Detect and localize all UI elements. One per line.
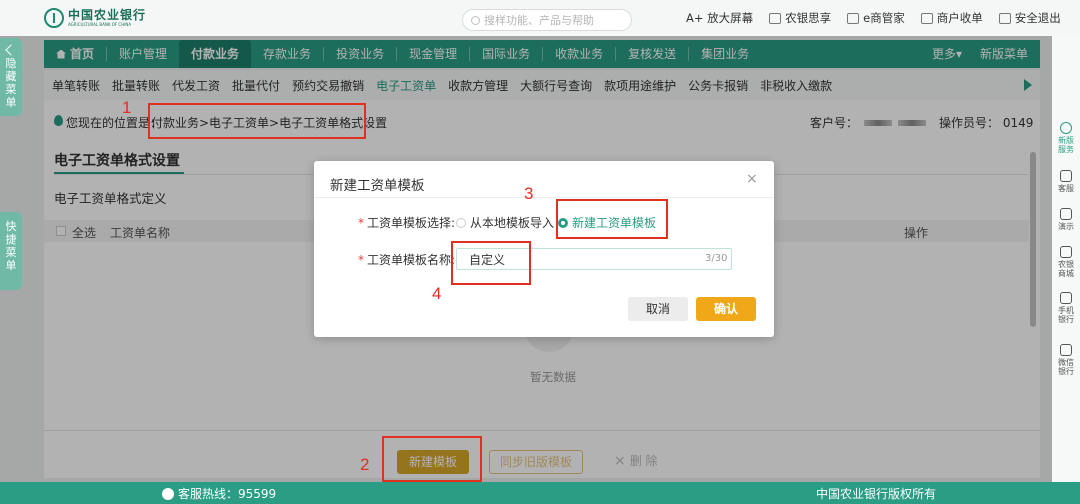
rail-demo[interactable]: 演示 (1052, 208, 1080, 231)
rail-mobile[interactable]: 手机银行 (1052, 292, 1080, 324)
hide-menu-tab[interactable]: 隐藏菜单 (0, 38, 22, 116)
new-service-icon (1060, 122, 1072, 134)
annotation-number-4: 4 (432, 284, 442, 303)
quick-menu-tab[interactable]: 快捷菜单 (0, 212, 22, 290)
wechat-icon (1060, 344, 1072, 356)
logo-en-text: AGRICULTURAL BANK OF CHINA (68, 22, 132, 27)
rail-wechat-label: 微信银行 (1058, 358, 1074, 376)
zoom-label: A+ 放大屏幕 (686, 11, 754, 25)
e-business-label: e商管家 (863, 11, 905, 25)
radio-import-local-label: 从本地模板导入 (470, 216, 555, 230)
search-icon (471, 15, 480, 25)
qrcode-icon (1060, 292, 1072, 304)
logout-label: 安全退出 (1014, 11, 1061, 25)
abc-logo-icon (44, 8, 64, 28)
merchant-label: 商户收单 (936, 11, 983, 25)
template-select-text: 工资单模板选择: (367, 216, 456, 230)
annotation-number-2: 2 (360, 455, 370, 474)
rail-mall[interactable]: 农银商城 (1052, 246, 1080, 278)
logo-cn-text: 中国农业银行 (68, 8, 147, 22)
rail-support[interactable]: 客服 (1052, 170, 1080, 193)
header-links: A+ 放大屏幕 农银思享 e商管家 商户收单 安全退出 (686, 10, 1061, 26)
radio-off-icon (456, 217, 466, 228)
bank-logo[interactable]: 中国农业银行 AGRICULTURAL BANK OF CHINA (44, 8, 146, 28)
cancel-button[interactable]: 取消 (628, 297, 688, 321)
annotation-number-1: 1 (122, 98, 132, 117)
char-counter: 3/30 (705, 253, 728, 264)
new-payslip-template-dialog: 新建工资单模板 × * 工资单模板选择: 从本地模板导入 新建工资单模板 * 工资单… (314, 161, 774, 337)
rail-demo-label: 演示 (1058, 222, 1074, 231)
annotation-box-4 (451, 241, 531, 285)
copyright: 中国农业银行版权所有 (816, 487, 937, 501)
dialog-title: 新建工资单模板 (330, 178, 425, 194)
template-select-label: * 工资单模板选择: (358, 216, 456, 230)
share-icon (769, 12, 782, 24)
logout-link[interactable]: 安全退出 (998, 10, 1061, 26)
rail-new-service[interactable]: 新版服务 (1052, 122, 1080, 154)
close-icon[interactable]: × (746, 171, 758, 187)
logout-icon (998, 12, 1011, 24)
hotline: 客服热线：95599 (162, 485, 276, 502)
zoom-link[interactable]: A+ 放大屏幕 (686, 10, 753, 26)
merchant-link[interactable]: 商户收单 (920, 10, 983, 26)
merchant-icon (920, 12, 933, 24)
annotation-box-2 (382, 436, 482, 482)
template-name-text: 工资单模板名称: (367, 253, 456, 267)
mall-icon (1060, 246, 1072, 258)
right-rail: 新版服务 客服 演示 农银商城 手机银行 微信银行 (1052, 36, 1080, 482)
annotation-box-1 (148, 103, 366, 139)
phone-icon (162, 487, 174, 500)
annotation-number-3: 3 (524, 184, 534, 203)
e-business-link[interactable]: e商管家 (847, 10, 905, 26)
rail-support-label: 客服 (1058, 184, 1074, 193)
rail-mobile-label: 手机银行 (1058, 306, 1074, 324)
share-label: 农银思享 (785, 11, 832, 25)
search-input[interactable]: 搜样功能、产品与帮助 (462, 9, 632, 31)
search-placeholder: 搜样功能、产品与帮助 (484, 14, 594, 27)
rail-new-service-label: 新版服务 (1058, 136, 1074, 154)
quick-menu-label: 快捷菜单 (5, 220, 17, 272)
collapse-chevron-icon (5, 44, 17, 56)
rail-mall-label: 农银商城 (1058, 260, 1074, 278)
hide-menu-label: 隐藏菜单 (5, 57, 17, 109)
template-name-label: * 工资单模板名称: (358, 253, 456, 267)
top-header: 中国农业银行 AGRICULTURAL BANK OF CHINA 搜样功能、产… (0, 0, 1080, 36)
radio-import-local[interactable]: 从本地模板导入 (456, 214, 554, 231)
rail-wechat[interactable]: 微信银行 (1052, 344, 1080, 376)
headset-icon (1060, 170, 1072, 182)
share-link[interactable]: 农银思享 (769, 10, 831, 26)
footer: 客服热线：95599 中国农业银行版权所有 (0, 482, 1080, 504)
play-icon (1060, 208, 1072, 220)
hotline-text: 客服热线：95599 (178, 487, 277, 501)
confirm-button[interactable]: 确认 (696, 297, 756, 321)
annotation-box-3 (556, 199, 668, 239)
e-business-icon (847, 12, 860, 24)
